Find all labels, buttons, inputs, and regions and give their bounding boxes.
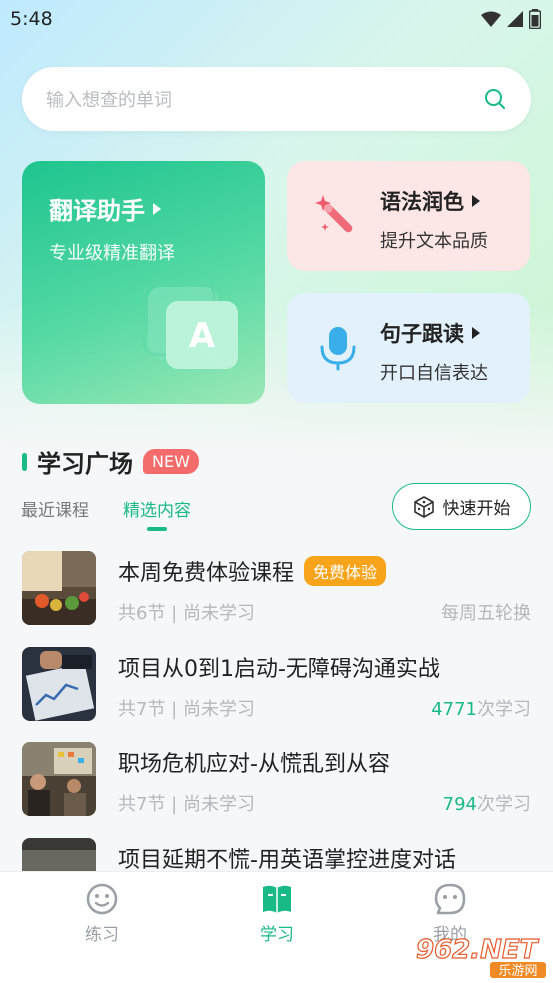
- course-title: 职场危机应对-从慌乱到从容: [118, 752, 390, 777]
- status-time: 5:48: [10, 8, 53, 30]
- arrow-right-icon: [153, 202, 161, 215]
- reading-card-title-row: 句子跟读: [380, 318, 480, 348]
- study-count-number: 4771: [431, 699, 477, 720]
- section-accent-bar: [22, 452, 27, 471]
- nav-practice-label: 练习: [85, 925, 119, 945]
- study-count-suffix: 次学习: [477, 794, 531, 815]
- svg-text:A: A: [189, 316, 216, 356]
- course-thumbnail: [22, 551, 96, 625]
- study-count-number: 794: [442, 794, 477, 815]
- status-bar: 5:48: [0, 0, 553, 38]
- nav-practice[interactable]: 练习: [62, 882, 142, 945]
- course-study-count: 4771次学习: [431, 695, 531, 721]
- arrow-right-icon: [472, 327, 480, 339]
- nav-study-label: 学习: [260, 925, 294, 945]
- nav-study[interactable]: 学习: [237, 882, 317, 945]
- reading-card-subtitle: 开口自信表达: [380, 363, 488, 384]
- search-bar[interactable]: 输入想查的单词: [22, 67, 531, 131]
- course-title: 项目从0到1启动-无障碍沟通实战: [118, 657, 440, 682]
- grammar-card-title: 语法润色: [380, 190, 464, 214]
- translate-card-subtitle: 专业级精准翻译: [49, 243, 175, 264]
- new-badge: NEW: [143, 449, 199, 474]
- status-icons: [481, 9, 541, 29]
- translate-card-title-row: 翻译助手: [49, 191, 161, 226]
- section-header: 学习广场 NEW: [22, 444, 199, 479]
- content-tabs: 最近课程 精选内容: [21, 496, 191, 529]
- svg-text:乐游网: 乐游网: [498, 964, 537, 979]
- microphone-icon: [320, 327, 356, 371]
- book-icon: [263, 885, 291, 913]
- course-rotation-note: 每周五轮换: [441, 603, 531, 624]
- sentence-reading-card[interactable]: 句子跟读 开口自信表达: [287, 293, 530, 403]
- site-watermark-logo: 962.NET 乐游网: [415, 934, 546, 979]
- chat-face-icon: [434, 883, 466, 915]
- dice-icon: [413, 495, 434, 518]
- smile-icon: [86, 883, 118, 915]
- reading-card-title: 句子跟读: [380, 322, 464, 346]
- section-title: 学习广场: [37, 450, 133, 478]
- course-meta: 共6节 | 尚未学习: [118, 603, 255, 624]
- quick-start-button[interactable]: 快速开始: [392, 483, 531, 530]
- study-count-suffix: 次学习: [477, 699, 531, 720]
- translate-icon: A: [142, 281, 238, 369]
- grammar-polish-card[interactable]: 语法润色 提升文本品质: [287, 161, 530, 271]
- translate-assistant-card[interactable]: 翻译助手 专业级精准翻译 A: [22, 161, 265, 404]
- course-title-row: 本周免费体验课程 免费体验: [118, 555, 387, 587]
- search-input[interactable]: 输入想查的单词: [46, 86, 172, 112]
- signal-icon: [507, 11, 523, 27]
- course-meta: 共7节 | 尚未学习: [118, 794, 255, 815]
- course-meta: 共7节 | 尚未学习: [118, 699, 255, 720]
- search-icon[interactable]: [483, 87, 507, 111]
- course-title-row: 职场危机应对-从慌乱到从容: [118, 746, 390, 778]
- tab-recent-courses[interactable]: 最近课程: [21, 496, 89, 529]
- course-item[interactable]: 本周免费体验课程 免费体验 共6节 | 尚未学习 每周五轮换: [22, 551, 531, 627]
- svg-text:962.NET: 962.NET: [416, 935, 540, 965]
- free-trial-badge: 免费体验: [304, 556, 387, 586]
- grammar-card-title-row: 语法润色: [380, 186, 480, 216]
- translate-card-title: 翻译助手: [49, 197, 145, 225]
- tab-featured[interactable]: 精选内容: [123, 496, 191, 529]
- course-item[interactable]: 职场危机应对-从慌乱到从容 共7节 | 尚未学习 794次学习: [22, 742, 531, 818]
- wifi-icon: [481, 11, 501, 27]
- grammar-card-subtitle: 提升文本品质: [380, 231, 488, 252]
- arrow-right-icon: [472, 195, 480, 207]
- course-item[interactable]: 项目从0到1启动-无障碍沟通实战 共7节 | 尚未学习 4771次学习: [22, 647, 531, 723]
- course-study-count: 794次学习: [443, 790, 531, 816]
- course-thumbnail: [22, 647, 96, 721]
- magic-wand-icon: [315, 195, 353, 233]
- course-thumbnail: [22, 742, 96, 816]
- course-title: 项目延期不慌-用英语掌控进度对话: [118, 848, 456, 873]
- course-title-row: 项目延期不慌-用英语掌控进度对话: [118, 842, 456, 874]
- course-title: 本周免费体验课程: [118, 561, 295, 586]
- course-title-row: 项目从0到1启动-无障碍沟通实战: [118, 651, 440, 683]
- quick-start-label: 快速开始: [442, 499, 511, 519]
- battery-icon: [529, 9, 541, 29]
